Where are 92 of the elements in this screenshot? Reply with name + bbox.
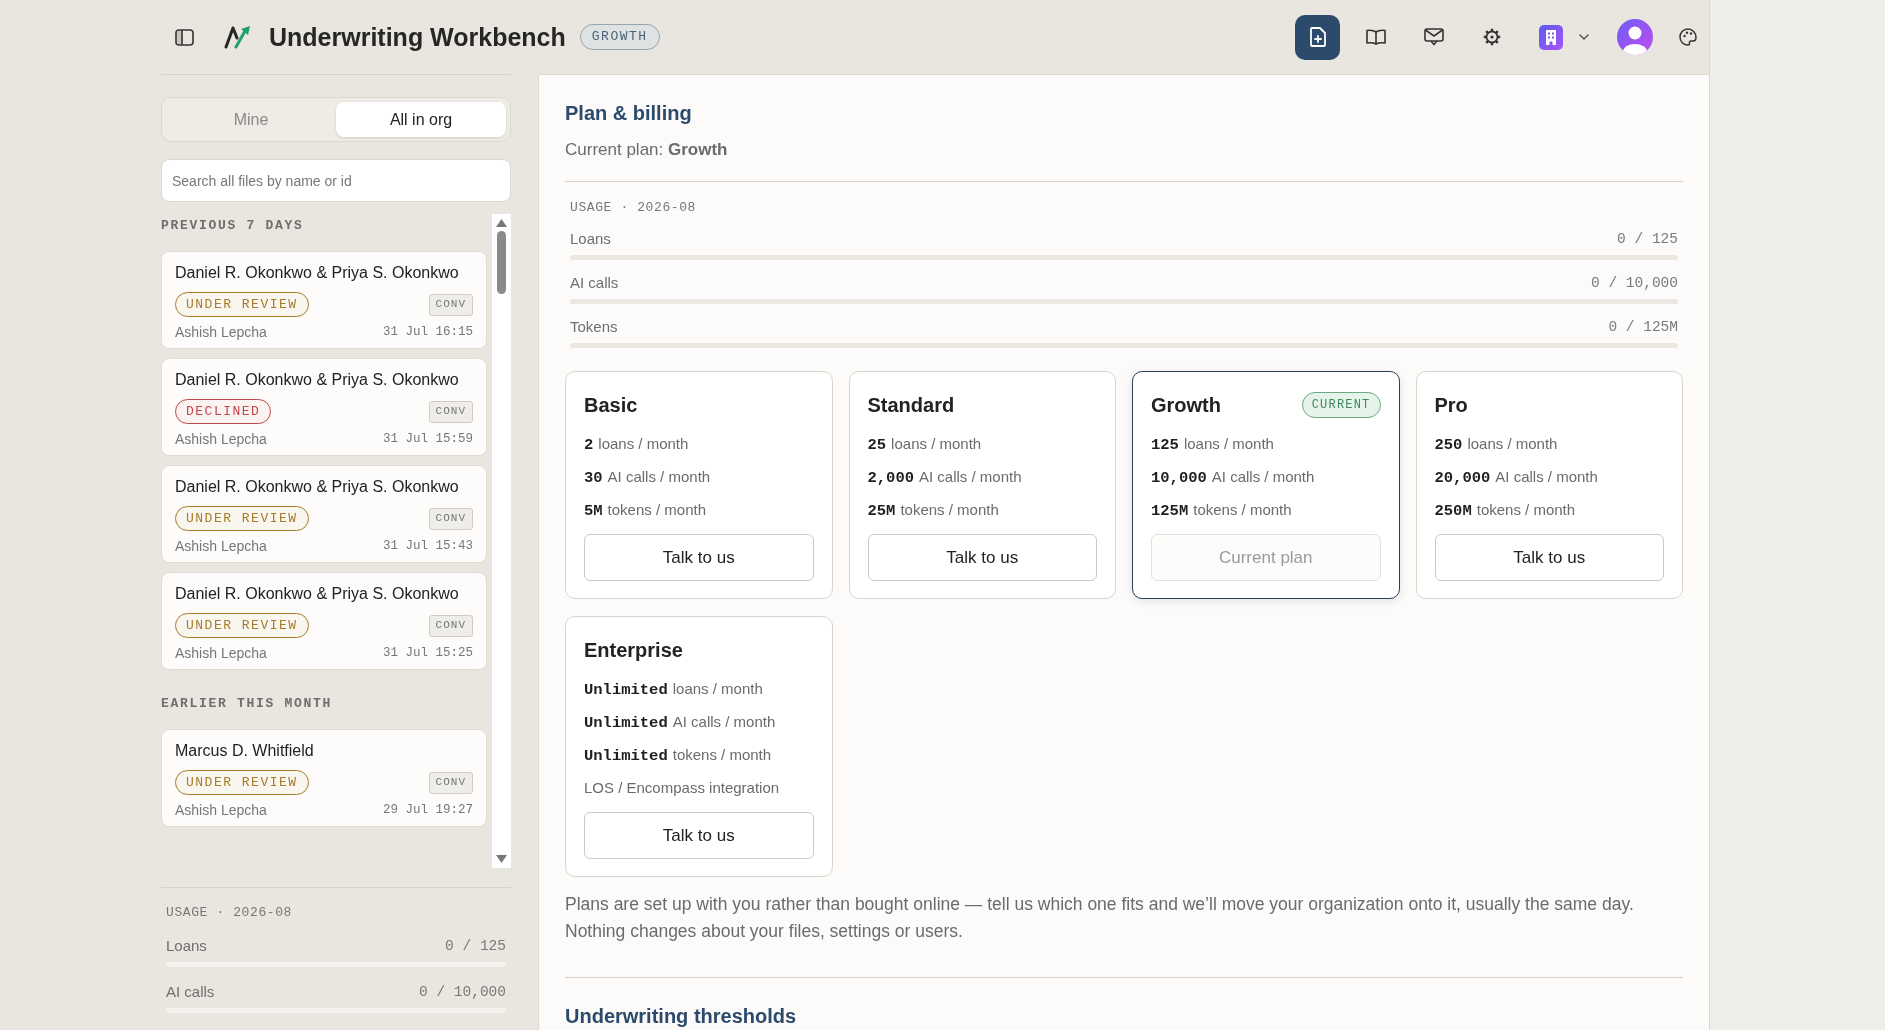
trend-arrow-logo: [224, 25, 251, 49]
plan-feature: 125M tokens / month: [1151, 500, 1293, 520]
loan-type-tag: CONV: [428, 507, 473, 530]
file-timestamp: 31 Jul 15:43: [383, 538, 473, 555]
status-badge: UNDER REVIEW: [175, 770, 309, 795]
file-name: Marcus D. Whitfield: [175, 741, 315, 761]
plan-feature: 250M tokens / month: [1434, 500, 1577, 520]
scrollbar-thumb[interactable]: [497, 231, 506, 294]
new-file-button[interactable]: [1295, 14, 1340, 60]
plan-button[interactable]: Talk to us: [867, 534, 1097, 581]
status-badge: UNDER REVIEW: [175, 506, 309, 531]
scroll-up-arrow-icon[interactable]: [496, 219, 507, 227]
loan-type-tag: CONV: [428, 400, 473, 423]
meter-label: Loans: [570, 229, 611, 249]
avatar-icon[interactable]: [1617, 19, 1653, 55]
owner-name: Ashish Lepcha: [175, 323, 267, 342]
plan-feature: 2 loans / month: [584, 434, 690, 454]
file-card[interactable]: Daniel R. Okonkwo & Priya S. Okonkwo UNDER REVIEW CONV Ashish Lepcha 31 Jul 15:25: [161, 572, 487, 670]
plan-button[interactable]: Talk to us: [584, 812, 814, 859]
usage-heading: USAGE · 2026-08: [570, 200, 698, 216]
file-card[interactable]: Daniel R. Okonkwo & Priya S. Okonkwo UNDER REVIEW CONV Ashish Lepcha 31 Jul 16:15: [161, 251, 487, 349]
meter-label: AI calls: [166, 982, 215, 1002]
section-title: Plan & billing: [565, 101, 693, 126]
file-card[interactable]: Marcus D. Whitfield UNDER REVIEW CONV Ashish Lepcha 29 Jul 19:27: [161, 729, 487, 827]
plan-name: Enterprise: [584, 638, 683, 662]
file-name: Daniel R. Okonkwo & Priya S. Okonkwo: [175, 477, 460, 497]
envelope-icon[interactable]: [1424, 28, 1444, 46]
meter-reading: 0 / 125M: [1608, 318, 1678, 337]
scroll-down-arrow-icon[interactable]: [496, 855, 507, 863]
filter-tab[interactable]: All in org: [336, 102, 506, 137]
meter-reading: 0 / 10,000: [419, 983, 506, 1002]
plan-name: Growth: [1151, 393, 1221, 417]
plan-feature: 250 loans / month: [1434, 434, 1559, 454]
search-field[interactable]: Search all files by name or id: [161, 159, 511, 202]
plan-button[interactable]: Talk to us: [584, 534, 814, 581]
plan-feature: 10,000 AI calls / month: [1151, 467, 1316, 487]
meter-label: Tokens: [570, 317, 618, 337]
plan-badge: GROWTH: [579, 24, 660, 50]
file-name: Daniel R. Okonkwo & Priya S. Okonkwo: [175, 263, 460, 283]
meter-reading: 0 / 125: [1617, 230, 1678, 249]
app-title: Underwriting Workbench: [269, 22, 566, 52]
plan-name: Standard: [867, 393, 955, 417]
file-name: Daniel R. Okonkwo & Priya S. Okonkwo: [175, 584, 460, 604]
meter-label: AI calls: [570, 273, 619, 293]
book-icon[interactable]: [1366, 29, 1386, 45]
plan-feature: 20,000 AI calls / month: [1434, 467, 1599, 487]
usage-heading: USAGE · 2026-08: [166, 905, 294, 921]
file-card[interactable]: Daniel R. Okonkwo & Priya S. Okonkwo DECLINED CONV Ashish Lepcha 31 Jul 15:59: [161, 358, 487, 456]
sidebar-toggle-icon[interactable]: [175, 28, 194, 46]
owner-name: Ashish Lepcha: [175, 430, 267, 449]
plan-feature: LOS / Encompass integration: [584, 778, 781, 798]
current-plan-text: Current plan: Growth: [565, 139, 729, 161]
owner-name: Ashish Lepcha: [175, 644, 267, 663]
plan-feature: 2,000 AI calls / month: [867, 467, 1023, 487]
palette-icon[interactable]: [1679, 28, 1697, 46]
file-timestamp: 31 Jul 16:15: [383, 324, 473, 341]
owner-name: Ashish Lepcha: [175, 537, 267, 556]
plan-name: Pro: [1434, 393, 1468, 417]
plan-feature: 125 loans / month: [1151, 434, 1275, 454]
plan-feature: 25 loans / month: [867, 434, 983, 454]
section-title: Underwriting thresholds: [565, 1004, 798, 1029]
plan-feature: 5M tokens / month: [584, 500, 707, 520]
loan-type-tag: CONV: [428, 293, 473, 316]
status-badge: DECLINED: [175, 399, 272, 424]
plan-feature: Unlimited loans / month: [584, 679, 764, 699]
gear-icon[interactable]: [1483, 28, 1501, 46]
status-badge: UNDER REVIEW: [175, 292, 309, 317]
status-badge: UNDER REVIEW: [175, 613, 309, 638]
owner-name: Ashish Lepcha: [175, 801, 267, 820]
section-heading: PREVIOUS 7 DAYS: [161, 218, 305, 234]
file-name: Daniel R. Okonkwo & Priya S. Okonkwo: [175, 370, 460, 390]
file-timestamp: 31 Jul 15:25: [383, 645, 473, 662]
file-plus-icon: [1309, 27, 1326, 47]
loan-type-tag: CONV: [428, 614, 473, 637]
meter-label: Loans: [166, 936, 207, 956]
section-heading: EARLIER THIS MONTH: [161, 696, 334, 712]
building-icon[interactable]: [1539, 24, 1563, 50]
plan-feature: 25M tokens / month: [867, 500, 1000, 520]
meter-reading: 0 / 10,000: [1591, 274, 1678, 293]
meter-reading: 0 / 125: [445, 937, 506, 956]
current-badge: CURRENT: [1301, 392, 1381, 418]
plan-note: Plans are set up with you rather than bought online — tell us which one fits and we’ll move your organization onto it, usually the same day. Nothing changes about your files, settings or users.: [565, 893, 1635, 943]
loan-type-tag: CONV: [428, 771, 473, 794]
plan-feature: Unlimited AI calls / month: [584, 712, 777, 732]
file-timestamp: 29 Jul 19:27: [383, 802, 473, 819]
chevron-down-icon[interactable]: [1579, 34, 1589, 40]
plan-button[interactable]: Talk to us: [1434, 534, 1664, 581]
plan-feature: Unlimited tokens / month: [584, 745, 773, 765]
file-card[interactable]: Daniel R. Okonkwo & Priya S. Okonkwo UNDER REVIEW CONV Ashish Lepcha 31 Jul 15:43: [161, 465, 487, 563]
plan-feature: 30 AI calls / month: [584, 467, 712, 487]
file-timestamp: 31 Jul 15:59: [383, 431, 473, 448]
plan-name: Basic: [584, 393, 638, 417]
